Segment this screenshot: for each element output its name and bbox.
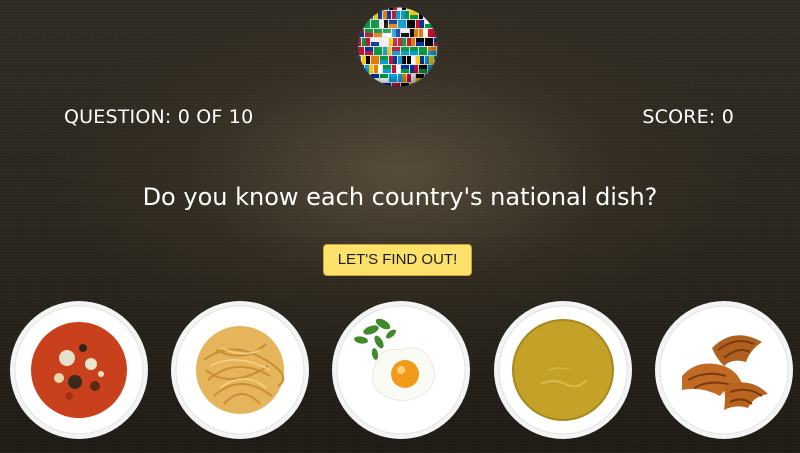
croissants-plate-icon[interactable]: [654, 300, 794, 440]
start-quiz-button[interactable]: LET'S FIND OUT!: [323, 244, 472, 276]
fried-egg-plate-icon[interactable]: [331, 300, 471, 440]
score-display: SCORE: 0: [642, 106, 734, 128]
yellow-soup-plate-icon[interactable]: [493, 300, 633, 440]
flag-globe-icon: [357, 6, 439, 88]
tomato-stew-plate-icon[interactable]: [9, 300, 149, 440]
question-counter: QUESTION: 0 OF 10: [64, 106, 254, 128]
quiz-prompt: Do you know each country's national dish…: [142, 183, 658, 211]
spaghetti-plate-icon[interactable]: [170, 300, 310, 440]
